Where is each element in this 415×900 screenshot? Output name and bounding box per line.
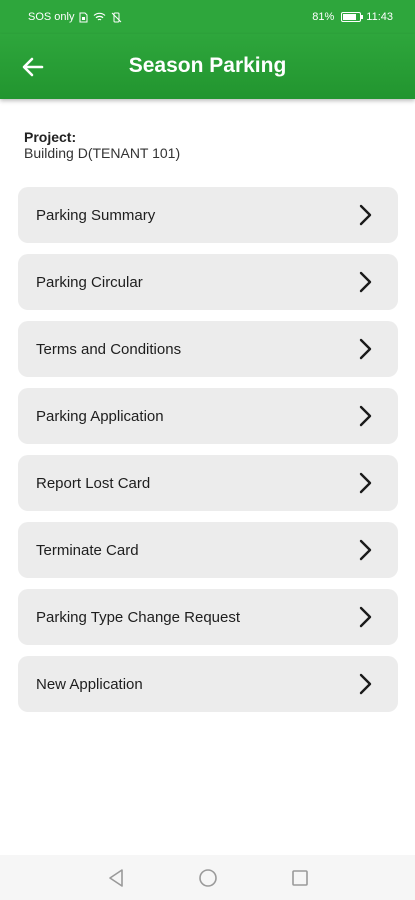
menu-item-parking-application[interactable]: Parking Application [18, 388, 398, 444]
battery-fill [343, 14, 357, 20]
project-info: Project: Building D(TENANT 101) [24, 129, 180, 162]
wifi-icon [93, 12, 106, 22]
chevron-right-icon [356, 337, 376, 361]
app-bar: Season Parking [0, 34, 415, 99]
project-label: Project: [24, 129, 77, 145]
menu-list: Parking Summary Parking Circular Terms a… [18, 187, 398, 723]
menu-item-label: Parking Circular [36, 273, 143, 291]
menu-item-label: Report Lost Card [36, 474, 151, 492]
nav-home-button[interactable] [196, 866, 220, 890]
vibrate-off-icon [111, 12, 122, 23]
menu-item-label: Terms and Conditions [36, 340, 182, 358]
recents-square-icon [291, 869, 308, 886]
battery-percent: 81% [312, 11, 335, 23]
menu-item-report-lost-card[interactable]: Report Lost Card [18, 455, 398, 511]
season-parking-screen: SOS only 81% 11:43 Season Parking Projec… [0, 0, 415, 900]
page-title: Season Parking [128, 54, 287, 77]
status-bar: SOS only 81% 11:43 [0, 0, 415, 34]
status-left: SOS only [28, 11, 122, 23]
project-value: Building D(TENANT 101) [24, 145, 181, 161]
menu-item-label: Terminate Card [36, 541, 139, 559]
chevron-right-icon [356, 203, 376, 227]
system-nav-bar [0, 855, 415, 900]
chevron-right-icon [356, 471, 376, 495]
carrier-text: SOS only [28, 11, 75, 23]
back-triangle-icon [108, 868, 123, 887]
chevron-right-icon [356, 270, 376, 294]
sim-icon [79, 12, 88, 23]
menu-item-label: New Application [36, 675, 143, 693]
clock-time: 11:43 [366, 11, 393, 23]
home-circle-icon [198, 868, 217, 887]
menu-item-label: Parking Summary [36, 206, 156, 224]
chevron-right-icon [356, 605, 376, 629]
nav-recents-button[interactable] [288, 866, 312, 890]
chevron-right-icon [356, 672, 376, 696]
status-right: 81% 11:43 [312, 11, 393, 23]
chevron-right-icon [356, 538, 376, 562]
menu-item-label: Parking Type Change Request [36, 608, 241, 626]
menu-item-terminate-card[interactable]: Terminate Card [18, 522, 398, 578]
nav-back-button[interactable] [104, 866, 128, 890]
chevron-right-icon [356, 404, 376, 428]
menu-item-new-application[interactable]: New Application [18, 656, 398, 712]
menu-item-parking-summary[interactable]: Parking Summary [18, 187, 398, 243]
menu-item-terms-and-conditions[interactable]: Terms and Conditions [18, 321, 398, 377]
menu-item-parking-circular[interactable]: Parking Circular [18, 254, 398, 310]
battery-icon [341, 12, 364, 22]
menu-item-parking-type-change-request[interactable]: Parking Type Change Request [18, 589, 398, 645]
menu-item-label: Parking Application [36, 407, 164, 425]
